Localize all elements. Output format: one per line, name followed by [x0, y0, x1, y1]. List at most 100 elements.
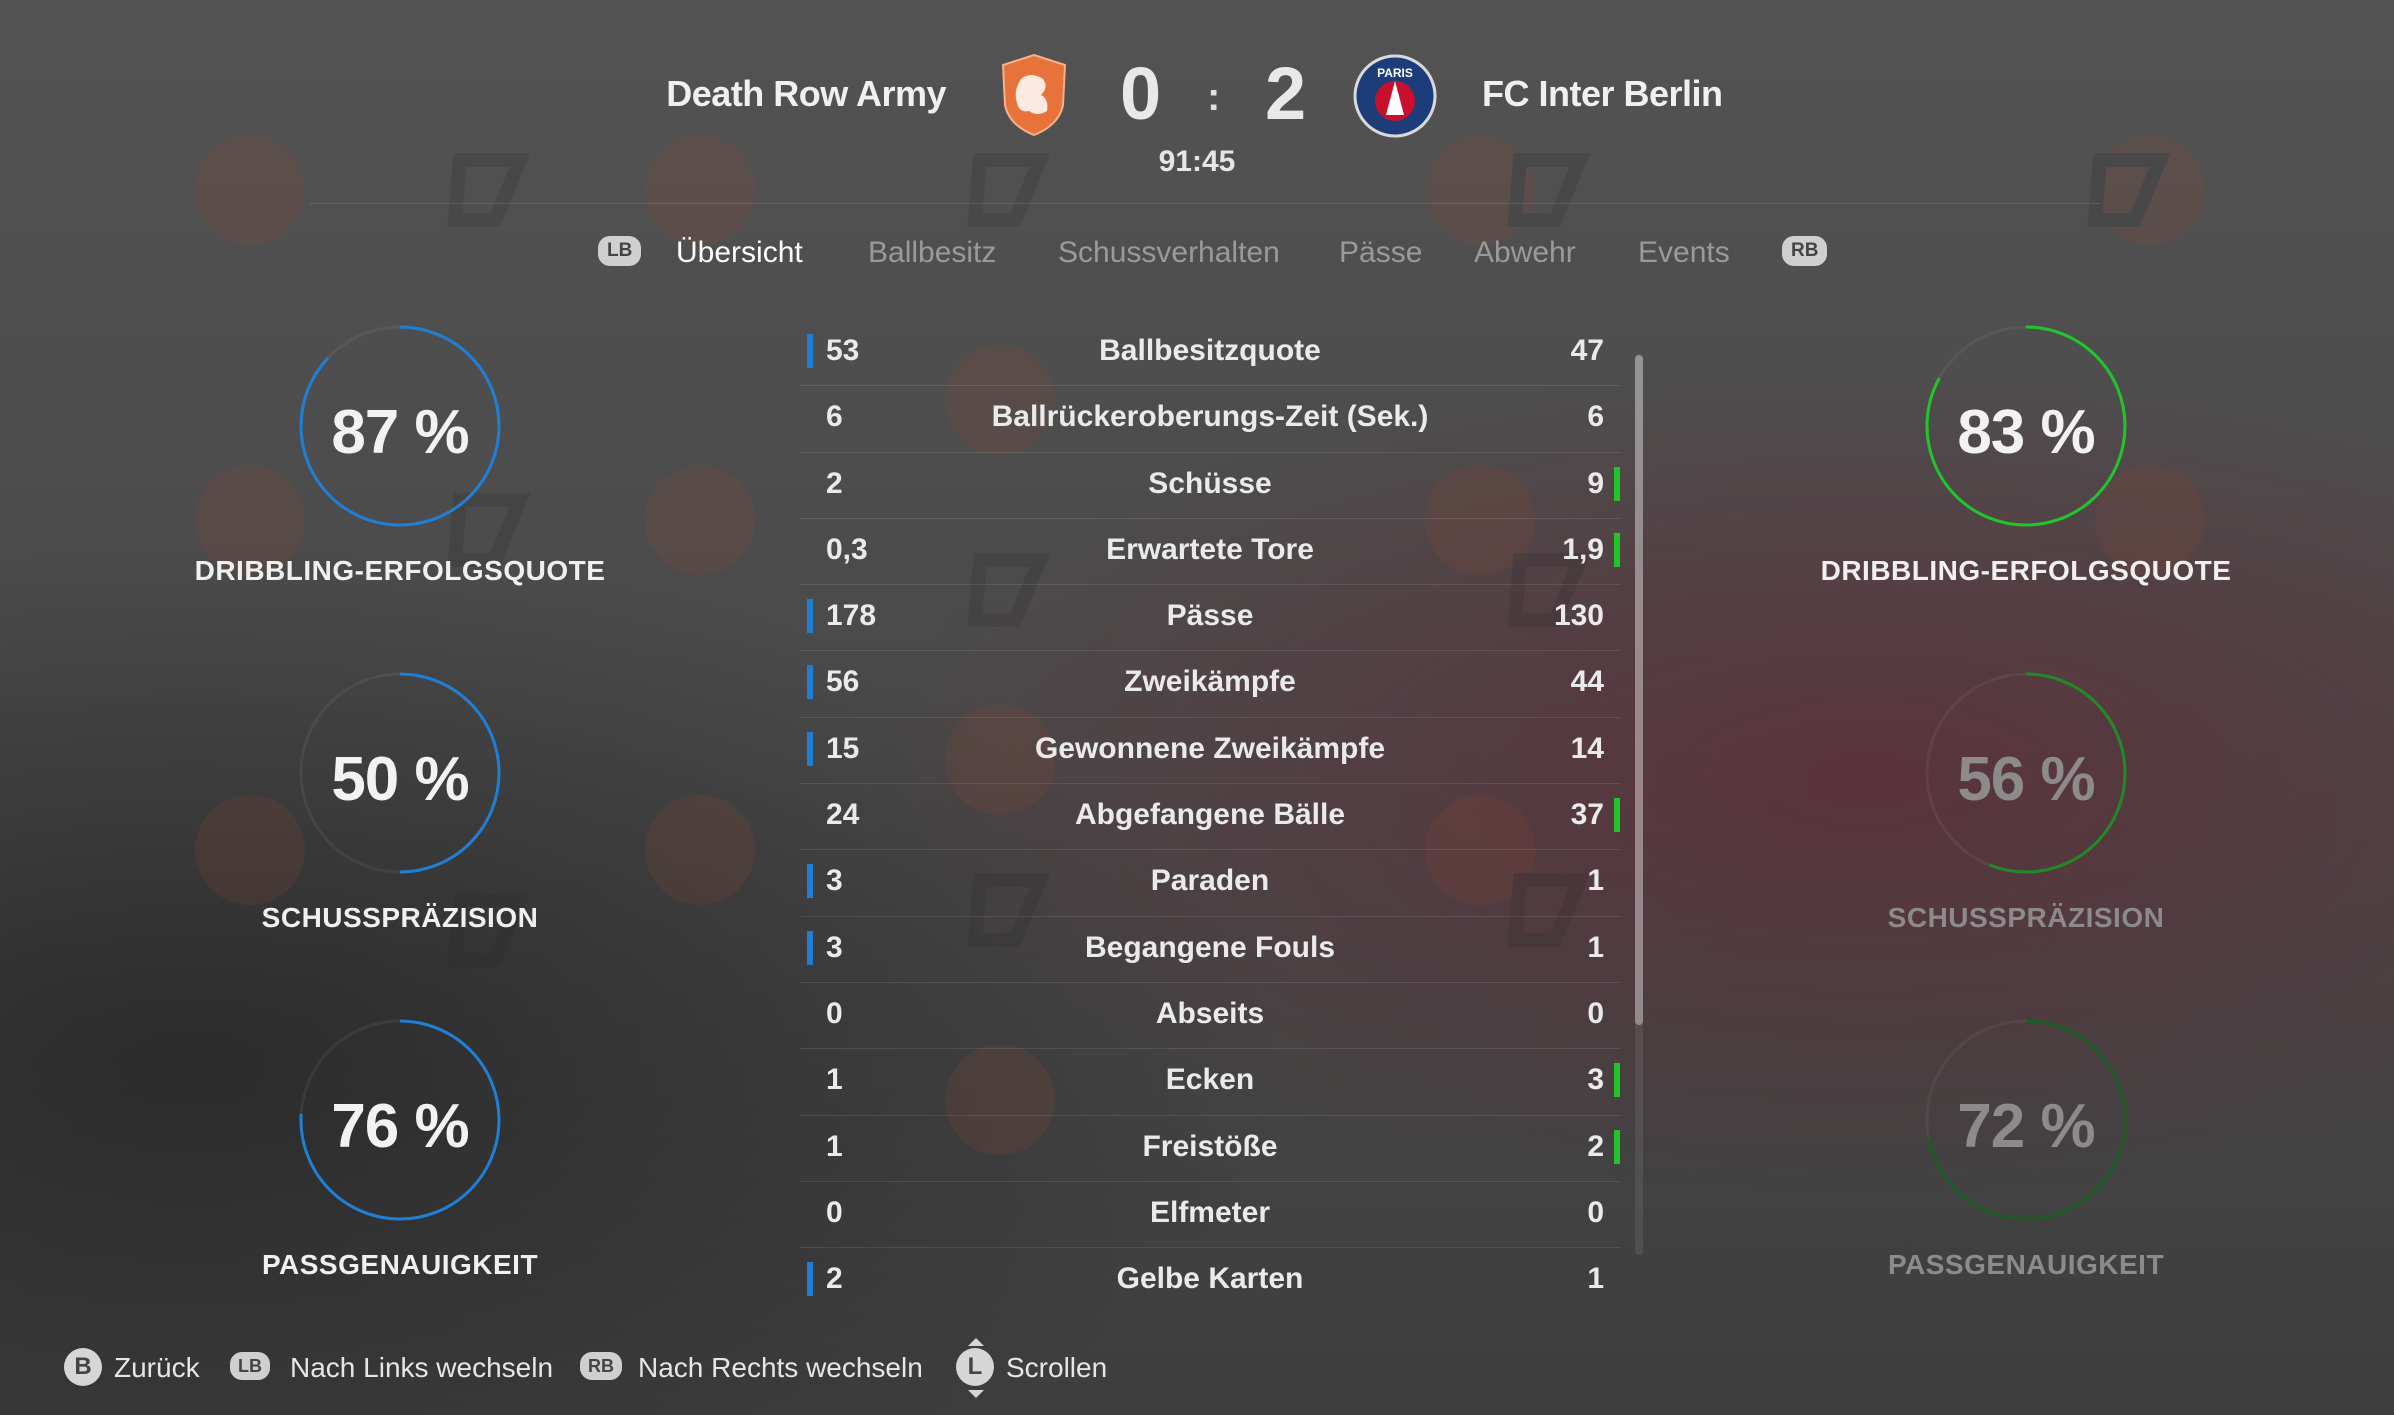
away-shot-accuracy-value: 56 %	[1957, 745, 2095, 814]
away-pass-accuracy-label: PASSGENAUIGKEIT	[1887, 1249, 2165, 1280]
stats-tabs: LB Übersicht Ballbesitz Schussverhalten …	[0, 232, 2394, 282]
stats-row: 15 Gewonnene Zweikämpfe 14	[800, 718, 1620, 785]
scroll-down-arrow-icon	[968, 1390, 984, 1398]
stat-label: Zweikämpfe	[1124, 665, 1296, 699]
score-separator: :	[1207, 75, 1221, 119]
away-team-name: FC Inter Berlin	[1482, 73, 1723, 114]
home-pass-accuracy-label: PASSGENAUIGKEIT	[261, 1249, 539, 1280]
stat-label: Gewonnene Zweikämpfe	[1034, 731, 1386, 765]
away-pass-accuracy-value: 72 %	[1957, 1092, 2095, 1161]
away-dribbling-label: DRIBBLING-ERFOLGSQUOTE	[1820, 555, 2232, 586]
away-stat-value: 1	[1587, 930, 1604, 964]
home-dribbling-label: DRIBBLING-ERFOLGSQUOTE	[194, 555, 606, 586]
stats-row: 178 Pässe 130	[800, 585, 1620, 652]
lb-button-icon[interactable]: LB	[230, 1352, 270, 1380]
scroll-hint-label[interactable]: Scrollen	[1006, 1352, 1107, 1384]
home-pass-accuracy-value: 76 %	[331, 1092, 469, 1161]
match-clock: 91:45	[1158, 145, 1236, 178]
home-score: 0	[1120, 52, 1162, 135]
stat-label: Pässe	[1166, 599, 1254, 633]
scroll-up-arrow-icon	[968, 1338, 984, 1346]
stats-row: 2 Schüsse 9	[800, 453, 1620, 519]
stat-label: Ballbesitzquote	[1099, 334, 1321, 367]
away-stat-value: 37	[1570, 798, 1604, 832]
stat-label: Begangene Fouls	[1084, 930, 1336, 964]
away-stat-value: 47	[1570, 334, 1604, 367]
stats-row: 53 Ballbesitzquote 47	[800, 320, 1620, 387]
away-stat-value: 0	[1587, 996, 1604, 1030]
stat-label: Ballrückeroberungs-Zeit (Sek.)	[991, 400, 1429, 434]
paris-crest-text: PARIS	[1377, 66, 1413, 80]
stat-label: Abseits	[1155, 996, 1265, 1030]
stats-scrollbar[interactable]	[1635, 355, 1643, 1255]
tab-schussverhalten[interactable]: Schussverhalten	[1058, 236, 1280, 270]
stat-label: Erwartete Tore	[1106, 532, 1314, 566]
away-stat-value: 0	[1587, 1195, 1604, 1229]
switch-right-hint-label[interactable]: Nach Rechts wechseln	[638, 1352, 923, 1384]
stat-label: Paraden	[1150, 864, 1270, 898]
away-leader-bar	[1614, 1063, 1620, 1098]
switch-left-hint-label[interactable]: Nach Links wechseln	[290, 1352, 553, 1384]
away-leader-bar	[1614, 532, 1620, 567]
stats-scrollbar-thumb[interactable]	[1635, 355, 1643, 1025]
stats-row: 0 Abseits 0	[800, 983, 1620, 1050]
away-leader-bar	[1614, 466, 1620, 501]
stats-row: 3 Begangene Fouls 1	[800, 917, 1620, 983]
stats-row: 24 Abgefangene Bälle 37	[800, 784, 1620, 851]
stat-label: Abgefangene Bälle	[1074, 798, 1346, 832]
away-stat-value: 3	[1587, 1063, 1604, 1097]
stats-row: 6 Ballrückeroberungs-Zeit (Sek.) 6	[800, 386, 1620, 453]
stats-row: 0,3 Erwartete Tore 1,9	[800, 519, 1620, 586]
controller-hints: B Zurück LB Nach Links wechseln RB Nach …	[0, 1338, 2394, 1402]
tab-uebersicht[interactable]: Übersicht	[676, 236, 803, 270]
away-dribbling-value: 83 %	[1957, 398, 2095, 467]
away-dribbling-circle: 83 % DRIBBLING-ERFOLGSQUOTE	[1821, 325, 2231, 645]
away-stat-value: 1,9	[1562, 532, 1604, 566]
away-score: 2	[1265, 52, 1307, 135]
stats-row: 1 Ecken 3	[800, 1049, 1620, 1116]
away-stat-value: 1	[1587, 864, 1604, 898]
home-pass-accuracy-circle: 76 % PASSGENAUIGKEIT	[200, 1019, 600, 1339]
away-stat-value: 2	[1587, 1129, 1604, 1163]
b-button-icon[interactable]: B	[64, 1348, 102, 1386]
rb-bumper-badge[interactable]: RB	[1782, 236, 1828, 266]
away-shot-accuracy-label: SCHUSSPRÄZISION	[1887, 902, 2165, 933]
away-stat-value: 6	[1587, 400, 1604, 434]
away-leader-bar	[1614, 1129, 1620, 1164]
away-stat-value: 130	[1553, 599, 1604, 633]
home-shot-accuracy-label: SCHUSSPRÄZISION	[261, 902, 539, 933]
home-shot-accuracy-value: 50 %	[331, 745, 469, 814]
stat-label: Elfmeter	[1149, 1195, 1271, 1229]
home-team-name: Death Row Army	[666, 73, 946, 114]
stat-label: Ecken	[1165, 1063, 1255, 1097]
stats-row: 56 Zweikämpfe 44	[800, 651, 1620, 718]
stats-row: 1 Freistöße 2	[800, 1116, 1620, 1182]
lb-bumper-badge[interactable]: LB	[598, 236, 642, 266]
paris-crest-icon: PARIS	[1353, 54, 1437, 138]
tab-ballbesitz[interactable]: Ballbesitz	[868, 236, 996, 270]
left-stick-icon[interactable]: L	[956, 1348, 994, 1386]
stat-label: Gelbe Karten	[1116, 1262, 1304, 1296]
lion-crest-icon	[1001, 53, 1067, 137]
stats-row: 2 Gelbe Karten 1	[800, 1248, 1620, 1313]
away-leader-bar	[1614, 798, 1620, 833]
away-shot-accuracy-circle: 56 % SCHUSSPRÄZISION	[1826, 672, 2226, 992]
match-header: Death Row Army 0 : 2 PARIS FC Inter Berl…	[0, 45, 2394, 204]
home-dribbling-value: 87 %	[331, 398, 469, 467]
back-hint-label[interactable]: Zurück	[114, 1352, 200, 1384]
away-stat-value: 44	[1570, 665, 1604, 699]
tab-paesse[interactable]: Pässe	[1339, 236, 1422, 270]
tab-abwehr[interactable]: Abwehr	[1474, 236, 1576, 270]
away-stat-value: 9	[1587, 466, 1604, 500]
home-dribbling-circle: 87 % DRIBBLING-ERFOLGSQUOTE	[195, 325, 605, 645]
stats-table[interactable]: 53 Ballbesitzquote 47 6 Ballrückeroberungs-Z…	[800, 320, 1620, 1313]
stat-label: Freistöße	[1142, 1129, 1278, 1163]
home-shot-accuracy-circle: 50 % SCHUSSPRÄZISION	[200, 672, 600, 992]
stats-row: 3 Paraden 1	[800, 850, 1620, 917]
rb-button-icon[interactable]: RB	[580, 1352, 622, 1380]
stats-row: 0 Elfmeter 0	[800, 1182, 1620, 1249]
stat-label: Schüsse	[1148, 466, 1272, 500]
tab-events[interactable]: Events	[1638, 236, 1730, 270]
away-pass-accuracy-circle: 72 % PASSGENAUIGKEIT	[1826, 1019, 2226, 1339]
away-stat-value: 1	[1587, 1262, 1604, 1296]
